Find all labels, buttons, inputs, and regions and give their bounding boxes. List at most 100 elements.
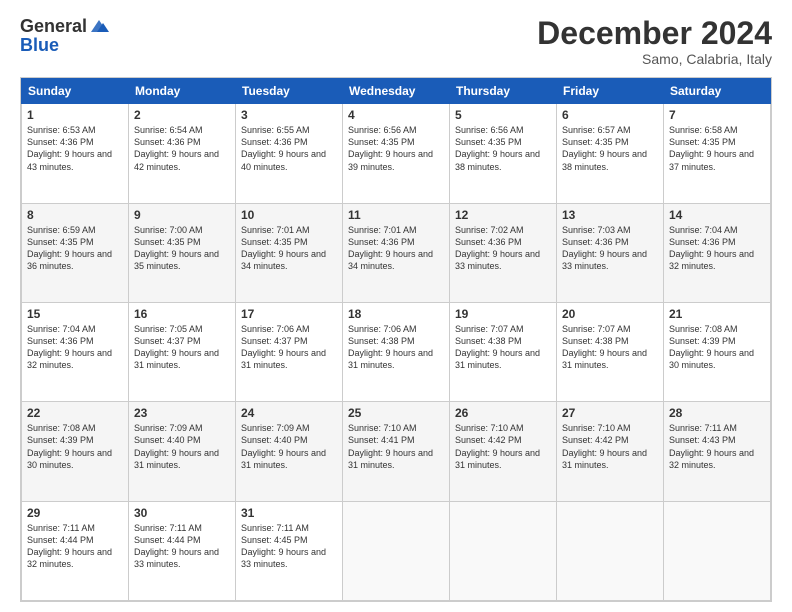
day-number: 29 [27, 506, 123, 520]
day-info: Sunrise: 7:10 AMSunset: 4:42 PMDaylight:… [455, 422, 551, 471]
calendar-week-3: 15 Sunrise: 7:04 AMSunset: 4:36 PMDaylig… [22, 302, 771, 401]
day-info: Sunrise: 7:11 AMSunset: 4:45 PMDaylight:… [241, 522, 337, 571]
day-number: 14 [669, 208, 765, 222]
day-number: 31 [241, 506, 337, 520]
day-number: 1 [27, 108, 123, 122]
logo-icon [89, 18, 111, 34]
day-number: 24 [241, 406, 337, 420]
table-row: 12 Sunrise: 7:02 AMSunset: 4:36 PMDaylig… [450, 203, 557, 302]
day-number: 25 [348, 406, 444, 420]
table-row: 24 Sunrise: 7:09 AMSunset: 4:40 PMDaylig… [236, 402, 343, 501]
day-info: Sunrise: 7:10 AMSunset: 4:41 PMDaylight:… [348, 422, 444, 471]
day-info: Sunrise: 6:57 AMSunset: 4:35 PMDaylight:… [562, 124, 658, 173]
day-number: 19 [455, 307, 551, 321]
day-number: 9 [134, 208, 230, 222]
table-row: 16 Sunrise: 7:05 AMSunset: 4:37 PMDaylig… [129, 302, 236, 401]
table-row: 31 Sunrise: 7:11 AMSunset: 4:45 PMDaylig… [236, 501, 343, 600]
table-row: 30 Sunrise: 7:11 AMSunset: 4:44 PMDaylig… [129, 501, 236, 600]
day-info: Sunrise: 6:56 AMSunset: 4:35 PMDaylight:… [455, 124, 551, 173]
table-row: 25 Sunrise: 7:10 AMSunset: 4:41 PMDaylig… [343, 402, 450, 501]
day-info: Sunrise: 7:01 AMSunset: 4:36 PMDaylight:… [348, 224, 444, 273]
day-info: Sunrise: 7:10 AMSunset: 4:42 PMDaylight:… [562, 422, 658, 471]
table-row: 5 Sunrise: 6:56 AMSunset: 4:35 PMDayligh… [450, 104, 557, 203]
table-row: 8 Sunrise: 6:59 AMSunset: 4:35 PMDayligh… [22, 203, 129, 302]
day-number: 11 [348, 208, 444, 222]
table-row: 22 Sunrise: 7:08 AMSunset: 4:39 PMDaylig… [22, 402, 129, 501]
day-info: Sunrise: 6:59 AMSunset: 4:35 PMDaylight:… [27, 224, 123, 273]
table-row: 4 Sunrise: 6:56 AMSunset: 4:35 PMDayligh… [343, 104, 450, 203]
table-row: 26 Sunrise: 7:10 AMSunset: 4:42 PMDaylig… [450, 402, 557, 501]
day-info: Sunrise: 6:56 AMSunset: 4:35 PMDaylight:… [348, 124, 444, 173]
day-info: Sunrise: 7:08 AMSunset: 4:39 PMDaylight:… [27, 422, 123, 471]
title-block: December 2024 Samo, Calabria, Italy [537, 16, 772, 67]
table-row: 1 Sunrise: 6:53 AMSunset: 4:36 PMDayligh… [22, 104, 129, 203]
calendar-week-2: 8 Sunrise: 6:59 AMSunset: 4:35 PMDayligh… [22, 203, 771, 302]
calendar-table: Sunday Monday Tuesday Wednesday Thursday… [21, 78, 771, 601]
calendar-week-5: 29 Sunrise: 7:11 AMSunset: 4:44 PMDaylig… [22, 501, 771, 600]
day-number: 23 [134, 406, 230, 420]
day-number: 5 [455, 108, 551, 122]
table-row: 21 Sunrise: 7:08 AMSunset: 4:39 PMDaylig… [664, 302, 771, 401]
calendar-page: General Blue December 2024 Samo, Calabri… [0, 0, 792, 612]
table-row: 6 Sunrise: 6:57 AMSunset: 4:35 PMDayligh… [557, 104, 664, 203]
col-friday: Friday [557, 79, 664, 104]
day-info: Sunrise: 6:53 AMSunset: 4:36 PMDaylight:… [27, 124, 123, 173]
col-saturday: Saturday [664, 79, 771, 104]
col-monday: Monday [129, 79, 236, 104]
day-number: 28 [669, 406, 765, 420]
day-number: 7 [669, 108, 765, 122]
logo: General Blue [20, 16, 111, 56]
day-info: Sunrise: 7:06 AMSunset: 4:37 PMDaylight:… [241, 323, 337, 372]
day-info: Sunrise: 7:00 AMSunset: 4:35 PMDaylight:… [134, 224, 230, 273]
day-number: 30 [134, 506, 230, 520]
table-row [450, 501, 557, 600]
day-number: 6 [562, 108, 658, 122]
table-row: 28 Sunrise: 7:11 AMSunset: 4:43 PMDaylig… [664, 402, 771, 501]
day-info: Sunrise: 7:06 AMSunset: 4:38 PMDaylight:… [348, 323, 444, 372]
day-number: 16 [134, 307, 230, 321]
day-info: Sunrise: 7:02 AMSunset: 4:36 PMDaylight:… [455, 224, 551, 273]
table-row: 18 Sunrise: 7:06 AMSunset: 4:38 PMDaylig… [343, 302, 450, 401]
table-row: 2 Sunrise: 6:54 AMSunset: 4:36 PMDayligh… [129, 104, 236, 203]
day-info: Sunrise: 7:05 AMSunset: 4:37 PMDaylight:… [134, 323, 230, 372]
day-info: Sunrise: 6:54 AMSunset: 4:36 PMDaylight:… [134, 124, 230, 173]
day-number: 10 [241, 208, 337, 222]
day-info: Sunrise: 7:04 AMSunset: 4:36 PMDaylight:… [669, 224, 765, 273]
table-row: 23 Sunrise: 7:09 AMSunset: 4:40 PMDaylig… [129, 402, 236, 501]
day-info: Sunrise: 7:11 AMSunset: 4:44 PMDaylight:… [134, 522, 230, 571]
day-info: Sunrise: 7:07 AMSunset: 4:38 PMDaylight:… [455, 323, 551, 372]
header: General Blue December 2024 Samo, Calabri… [20, 16, 772, 67]
table-row: 7 Sunrise: 6:58 AMSunset: 4:35 PMDayligh… [664, 104, 771, 203]
table-row: 13 Sunrise: 7:03 AMSunset: 4:36 PMDaylig… [557, 203, 664, 302]
table-row: 27 Sunrise: 7:10 AMSunset: 4:42 PMDaylig… [557, 402, 664, 501]
day-number: 8 [27, 208, 123, 222]
location: Samo, Calabria, Italy [537, 51, 772, 67]
day-info: Sunrise: 7:01 AMSunset: 4:35 PMDaylight:… [241, 224, 337, 273]
day-number: 21 [669, 307, 765, 321]
col-tuesday: Tuesday [236, 79, 343, 104]
day-info: Sunrise: 6:55 AMSunset: 4:36 PMDaylight:… [241, 124, 337, 173]
day-number: 2 [134, 108, 230, 122]
day-number: 27 [562, 406, 658, 420]
day-number: 26 [455, 406, 551, 420]
table-row [343, 501, 450, 600]
day-info: Sunrise: 7:09 AMSunset: 4:40 PMDaylight:… [134, 422, 230, 471]
day-info: Sunrise: 7:03 AMSunset: 4:36 PMDaylight:… [562, 224, 658, 273]
logo-general: General [20, 16, 87, 37]
day-number: 15 [27, 307, 123, 321]
day-info: Sunrise: 7:11 AMSunset: 4:44 PMDaylight:… [27, 522, 123, 571]
day-info: Sunrise: 6:58 AMSunset: 4:35 PMDaylight:… [669, 124, 765, 173]
table-row: 15 Sunrise: 7:04 AMSunset: 4:36 PMDaylig… [22, 302, 129, 401]
day-number: 17 [241, 307, 337, 321]
day-number: 3 [241, 108, 337, 122]
table-row: 11 Sunrise: 7:01 AMSunset: 4:36 PMDaylig… [343, 203, 450, 302]
table-row: 19 Sunrise: 7:07 AMSunset: 4:38 PMDaylig… [450, 302, 557, 401]
day-info: Sunrise: 7:07 AMSunset: 4:38 PMDaylight:… [562, 323, 658, 372]
table-row: 20 Sunrise: 7:07 AMSunset: 4:38 PMDaylig… [557, 302, 664, 401]
day-info: Sunrise: 7:08 AMSunset: 4:39 PMDaylight:… [669, 323, 765, 372]
day-info: Sunrise: 7:04 AMSunset: 4:36 PMDaylight:… [27, 323, 123, 372]
day-number: 12 [455, 208, 551, 222]
calendar-week-4: 22 Sunrise: 7:08 AMSunset: 4:39 PMDaylig… [22, 402, 771, 501]
month-title: December 2024 [537, 16, 772, 51]
table-row: 29 Sunrise: 7:11 AMSunset: 4:44 PMDaylig… [22, 501, 129, 600]
